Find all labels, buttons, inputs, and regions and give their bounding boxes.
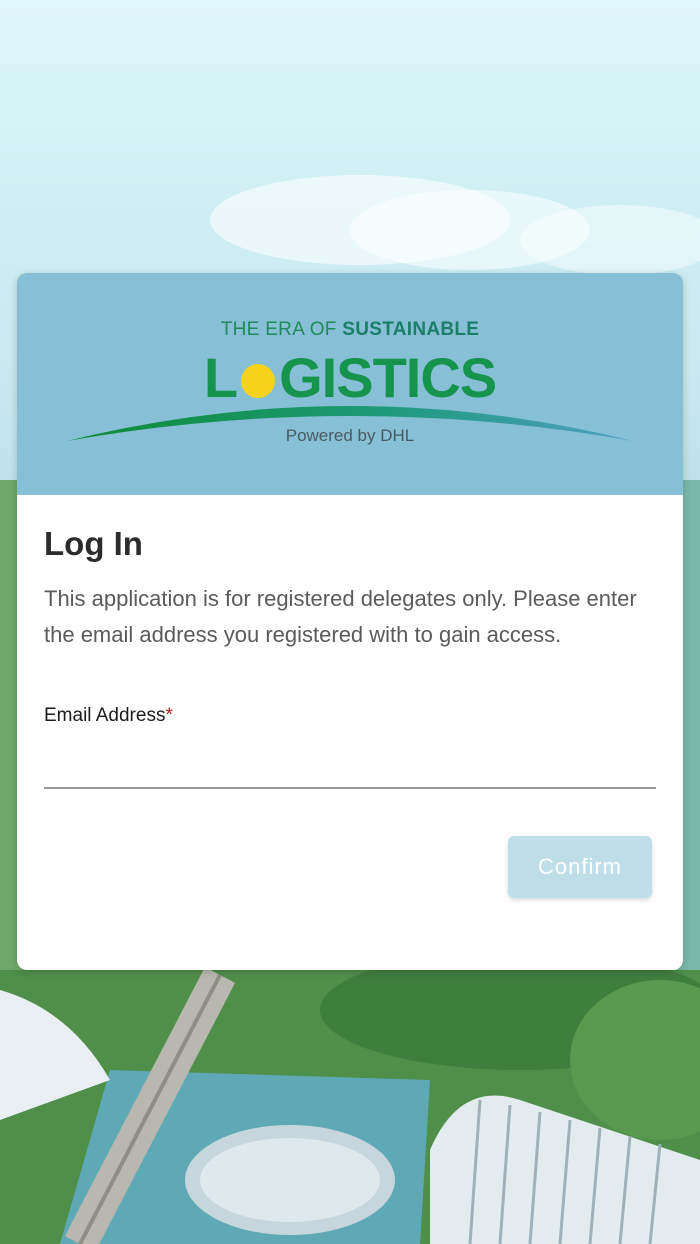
page-title: Log In [44,525,143,562]
event-logo-banner: THE ERA OF SUSTAINABLE L GISTICS Powered … [17,273,683,495]
logo-tagline: THE ERA OF SUSTAINABLE [17,319,683,341]
email-field[interactable] [44,739,656,789]
logo-tagline-bold: SUSTAINABLE [342,319,480,340]
logo-wordmark: L GISTICS [17,345,683,410]
required-marker: * [165,705,173,726]
sun-icon [241,364,276,398]
login-form: Log In This application is for registere… [17,495,683,909]
login-card: THE ERA OF SUSTAINABLE L GISTICS Powered … [17,273,683,970]
login-description: This application is for registered deleg… [44,586,637,647]
powered-by-label: Powered by DHL [285,426,415,445]
email-label-text: Email Address [44,705,166,726]
email-label: Email Address* [44,705,656,727]
logo-tagline-prefix: THE ERA OF [220,319,343,340]
logo-letter-l: L [203,346,238,409]
app-screen: THE ERA OF SUSTAINABLE L GISTICS Powered … [0,0,700,1244]
form-actions: Confirm [44,789,656,909]
logo-word-rest: GISTICS [279,346,497,409]
confirm-button[interactable]: Confirm [508,836,652,898]
